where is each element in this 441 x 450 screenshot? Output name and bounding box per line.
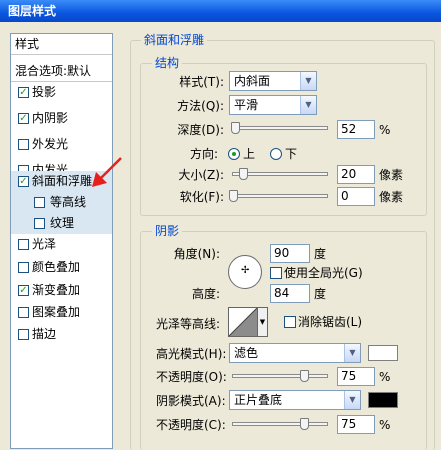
checkbox-bevel-emboss[interactable]: ✓ xyxy=(18,176,29,187)
shadow-opacity-label: 不透明度(C): xyxy=(156,418,226,432)
bevel-emboss-title: 斜面和浮雕 xyxy=(141,33,208,47)
list-item-satin[interactable]: 光泽 xyxy=(11,234,112,255)
highlight-color-swatch[interactable] xyxy=(368,345,398,361)
checkbox-drop-shadow[interactable]: ✓ xyxy=(18,87,29,98)
window-titlebar[interactable]: 图层样式 xyxy=(0,0,441,22)
chevron-down-icon[interactable]: ▼ xyxy=(344,344,360,362)
chevron-down-icon[interactable]: ▼ xyxy=(300,96,316,114)
checkbox-contour[interactable] xyxy=(34,197,45,208)
list-item-gradient-overlay[interactable]: ✓ 渐变叠加 xyxy=(11,280,112,301)
soften-slider-thumb[interactable] xyxy=(229,190,238,202)
depth-unit: % xyxy=(379,123,391,137)
list-item-contour[interactable]: 等高线 xyxy=(11,192,112,213)
highlight-opacity-label: 不透明度(O): xyxy=(156,370,227,384)
global-light-label: 使用全局光(G) xyxy=(284,266,363,280)
list-item-color-overlay[interactable]: 颜色叠加 xyxy=(11,257,112,278)
depth-slider-track[interactable] xyxy=(232,126,328,130)
style-dropdown[interactable]: 内斜面 ▼ xyxy=(229,71,317,91)
shadow-color-swatch[interactable] xyxy=(368,392,398,408)
size-slider-thumb[interactable] xyxy=(239,168,248,180)
list-item-texture[interactable]: 纹理 xyxy=(11,213,112,234)
size-label: 大小(Z): xyxy=(178,168,224,182)
angle-dial[interactable]: ✢ xyxy=(228,255,262,289)
chevron-down-icon[interactable]: ▼ xyxy=(300,72,316,90)
chevron-down-icon[interactable]: ▼ xyxy=(344,391,360,409)
altitude-input[interactable]: 84 xyxy=(270,284,310,303)
method-label: 方法(Q): xyxy=(177,99,224,113)
checkbox-pattern-overlay[interactable] xyxy=(18,307,29,318)
contour-dropdown-button[interactable]: ▼ xyxy=(258,307,268,337)
shadow-mode-label: 阴影模式(A): xyxy=(156,394,226,408)
size-input[interactable]: 20 xyxy=(337,165,375,184)
shadow-opacity-slider-thumb[interactable] xyxy=(300,418,309,430)
direction-up-radio[interactable] xyxy=(228,148,240,160)
window-title: 图层样式 xyxy=(8,4,57,18)
direction-down-radio[interactable] xyxy=(270,148,282,160)
highlight-opacity-unit: % xyxy=(379,370,391,384)
list-item-drop-shadow[interactable]: ✓ 投影 xyxy=(11,82,112,103)
crosshair-icon: ✢ xyxy=(241,265,250,276)
method-dropdown[interactable]: 平滑 ▼ xyxy=(229,95,317,115)
depth-label: 深度(D): xyxy=(177,123,224,137)
annotation-arrow-icon xyxy=(92,157,122,187)
highlight-opacity-slider-track[interactable] xyxy=(232,374,328,378)
highlight-mode-label: 高光模式(H): xyxy=(156,347,227,361)
checkbox-color-overlay[interactable] xyxy=(18,262,29,273)
global-light-checkbox[interactable] xyxy=(270,267,282,279)
soften-label: 软化(F): xyxy=(179,190,224,204)
antialias-label: 消除锯齿(L) xyxy=(298,315,363,329)
direction-up-label: 上 xyxy=(243,147,256,161)
checkbox-outer-glow[interactable] xyxy=(18,139,29,150)
depth-slider-thumb[interactable] xyxy=(231,122,240,134)
altitude-label: 高度: xyxy=(191,287,220,301)
depth-input[interactable]: 52 xyxy=(337,120,375,139)
angle-unit: 度 xyxy=(314,247,327,261)
blend-options-item[interactable]: 混合选项:默认 xyxy=(11,61,112,82)
soften-unit: 像素 xyxy=(379,190,404,204)
styles-list: 样式 混合选项:默认 ✓ 投影 ✓ 内阴影 外发光 内发光 ✓ 斜面和浮雕 等高… xyxy=(10,33,113,449)
size-unit: 像素 xyxy=(379,168,404,182)
checkbox-inner-shadow[interactable]: ✓ xyxy=(18,113,29,124)
style-label: 样式(T): xyxy=(179,75,224,89)
checkbox-satin[interactable] xyxy=(18,239,29,250)
shadow-opacity-input[interactable]: 75 xyxy=(337,415,375,434)
gloss-contour-label: 光泽等高线: xyxy=(156,317,221,331)
angle-label: 角度(N): xyxy=(173,247,220,261)
shadow-mode-dropdown[interactable]: 正片叠底 ▼ xyxy=(229,390,361,410)
list-item-inner-shadow[interactable]: ✓ 内阴影 xyxy=(11,108,112,129)
structure-title: 结构 xyxy=(152,56,183,70)
angle-input[interactable]: 90 xyxy=(270,244,310,263)
list-item-pattern-overlay[interactable]: 图案叠加 xyxy=(11,302,112,323)
checkbox-texture[interactable] xyxy=(34,218,45,229)
highlight-opacity-input[interactable]: 75 xyxy=(337,367,375,386)
shadow-opacity-unit: % xyxy=(379,418,391,432)
gloss-contour-preview[interactable] xyxy=(228,307,258,337)
list-item-stroke[interactable]: 描边 xyxy=(11,324,112,345)
list-item-outer-glow[interactable]: 外发光 xyxy=(11,134,112,155)
highlight-opacity-slider-thumb[interactable] xyxy=(300,370,309,382)
contour-curve-icon xyxy=(229,308,257,336)
soften-input[interactable]: 0 xyxy=(337,187,375,206)
checkbox-gradient-overlay[interactable]: ✓ xyxy=(18,285,29,296)
shadow-opacity-slider-track[interactable] xyxy=(232,422,328,426)
direction-label: 方向: xyxy=(189,147,218,161)
styles-header[interactable]: 样式 xyxy=(11,34,112,55)
soften-slider-track[interactable] xyxy=(232,194,328,198)
highlight-mode-dropdown[interactable]: 滤色 ▼ xyxy=(229,343,361,363)
checkbox-stroke[interactable] xyxy=(18,329,29,340)
direction-down-label: 下 xyxy=(285,147,298,161)
altitude-unit: 度 xyxy=(314,287,327,301)
antialias-checkbox[interactable] xyxy=(284,316,296,328)
shading-title: 阴影 xyxy=(152,224,183,238)
